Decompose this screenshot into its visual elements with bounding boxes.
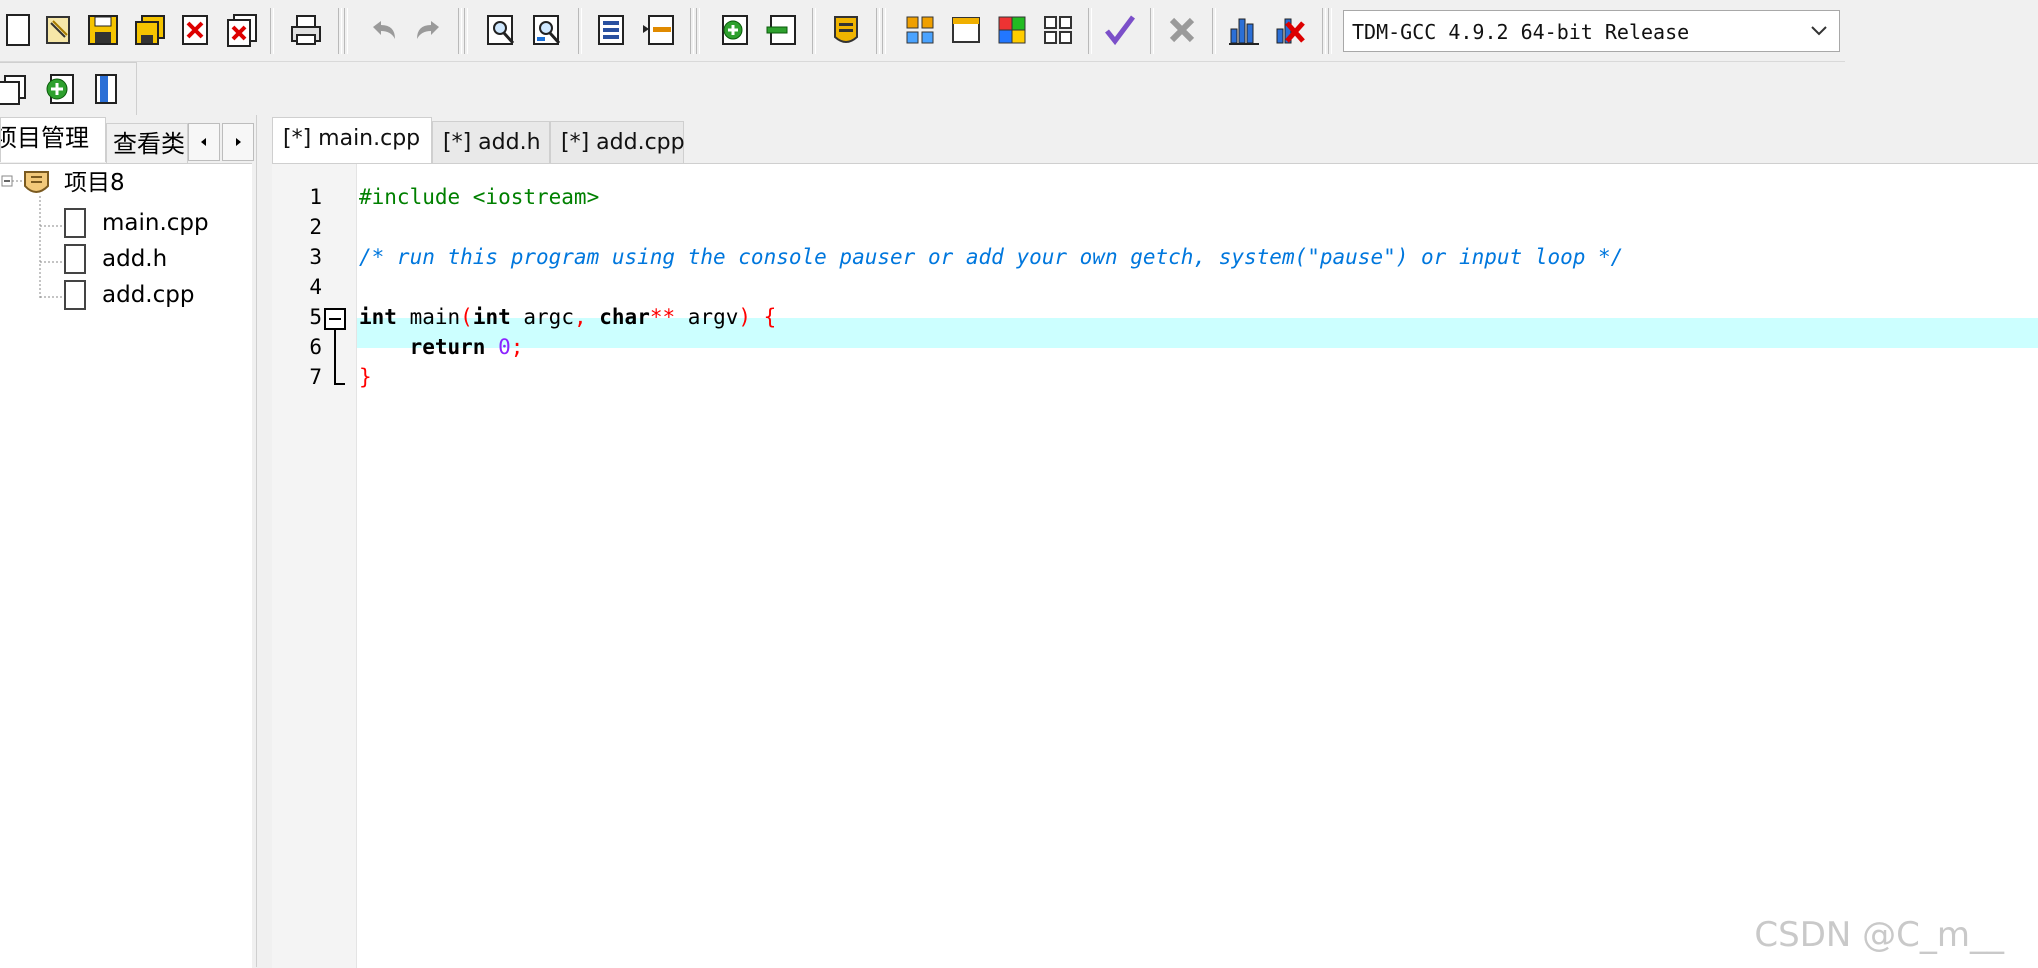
tiles-icon[interactable] xyxy=(1038,10,1078,50)
print-icon[interactable] xyxy=(286,10,326,50)
remove-from-project-icon[interactable] xyxy=(762,10,802,50)
new-file-icon[interactable] xyxy=(0,10,40,50)
code-line-7: } xyxy=(359,365,372,389)
close-icon[interactable] xyxy=(176,10,216,50)
file-icon xyxy=(64,244,86,274)
tab-main-cpp[interactable]: [*] main.cpp xyxy=(272,117,432,165)
scroll-left-button[interactable] xyxy=(188,123,220,161)
line-number: 1 xyxy=(309,185,322,209)
delete-profile-icon[interactable] xyxy=(1270,10,1310,50)
watermark: CSDN @C_m__ xyxy=(1754,915,2004,955)
project-tree: 项目8 main.cpp add.h add.cpp xyxy=(0,163,252,968)
symbol: { xyxy=(751,305,777,329)
tab-class-view[interactable]: 查看类 xyxy=(106,123,188,165)
line-number: 7 xyxy=(309,365,322,389)
line-number: 3 xyxy=(309,245,322,269)
line-number: 5 xyxy=(309,305,322,329)
bookmark-icon[interactable] xyxy=(86,69,126,109)
fold-marker-icon[interactable] xyxy=(320,306,350,398)
check-syntax-icon[interactable] xyxy=(1100,10,1140,50)
symbol: ** xyxy=(649,305,676,329)
replace-icon[interactable] xyxy=(528,10,568,50)
layout-grid-icon[interactable] xyxy=(900,10,940,50)
tab-project-manager-label: 项目管理 xyxy=(0,124,89,152)
comment-text: /* run this program using the console pa… xyxy=(359,245,1624,269)
compile-icon[interactable] xyxy=(826,10,866,50)
keyword: return xyxy=(359,335,486,359)
keyword: int xyxy=(472,305,511,329)
file-icon xyxy=(64,280,86,310)
code-line-6: return 0; xyxy=(359,335,524,359)
tab-class-view-label: 查看类 xyxy=(113,130,185,158)
identifier: argc xyxy=(510,305,574,329)
keyword: int xyxy=(359,305,397,329)
identifier: argv xyxy=(675,305,739,329)
open-project-icon[interactable] xyxy=(38,10,78,50)
save-all-icon[interactable] xyxy=(130,10,170,50)
tab-add-cpp[interactable]: [*] add.cpp xyxy=(550,121,685,163)
number-literal: 0 xyxy=(498,335,511,359)
line-number: 4 xyxy=(309,275,322,299)
stop-icon[interactable] xyxy=(1162,10,1202,50)
compiler-select[interactable]: TDM-GCC 4.9.2 64-bit Release xyxy=(1343,10,1840,52)
project-node[interactable]: 项目8 xyxy=(64,168,125,198)
secondary-toolbar xyxy=(0,62,137,116)
close-all-icon[interactable] xyxy=(222,10,262,50)
symbol: ) xyxy=(738,305,752,329)
copy-icon[interactable] xyxy=(0,69,34,109)
keyword: char xyxy=(586,305,650,329)
tab-add-h[interactable]: [*] add.h xyxy=(432,121,550,163)
file-node-main-cpp[interactable]: main.cpp xyxy=(102,208,209,238)
code-line-5: int main(int argc, char** argv) { xyxy=(359,305,776,329)
identifier: main xyxy=(396,305,461,329)
code-editor[interactable]: 1 2 3 4 5 6 7 #include <iostream> /* run… xyxy=(272,163,2038,968)
editor-area: [*] main.cpp [*] add.h [*] add.cpp 1 2 3… xyxy=(264,115,2038,968)
save-icon[interactable] xyxy=(83,10,123,50)
window-icon[interactable] xyxy=(946,10,986,50)
scroll-right-button[interactable] xyxy=(222,123,254,161)
unindent-icon[interactable] xyxy=(638,10,678,50)
project-panel: 项目管理 查看类 项目8 main.cpp add.h add.cpp xyxy=(0,115,257,968)
file-node-add-cpp[interactable]: add.cpp xyxy=(102,280,194,310)
line-number: 2 xyxy=(309,215,322,239)
preprocessor-text: #include <iostream> xyxy=(359,185,600,209)
symbol: ( xyxy=(460,305,473,329)
code-line-1: #include <iostream> xyxy=(359,185,599,209)
colors-icon[interactable] xyxy=(992,10,1032,50)
line-number: 6 xyxy=(309,335,322,359)
add-file-icon[interactable] xyxy=(40,69,80,109)
chevron-down-icon[interactable] xyxy=(1805,17,1833,45)
file-icon xyxy=(64,208,86,238)
undo-icon[interactable] xyxy=(364,10,404,50)
add-to-project-icon[interactable] xyxy=(716,10,756,50)
compiler-select-value: TDM-GCC 4.9.2 64-bit Release xyxy=(1352,20,1690,44)
indent-icon[interactable] xyxy=(592,10,632,50)
main-toolbar: TDM-GCC 4.9.2 64-bit Release xyxy=(0,0,1845,62)
profile-chart-icon[interactable] xyxy=(1224,10,1264,50)
file-node-add-h[interactable]: add.h xyxy=(102,244,167,274)
redo-icon[interactable] xyxy=(408,10,448,50)
find-icon[interactable] xyxy=(482,10,522,50)
symbol: } xyxy=(359,365,372,389)
tab-project-manager[interactable]: 项目管理 xyxy=(0,117,106,162)
project-icon xyxy=(22,168,52,198)
code-line-3: /* run this program using the console pa… xyxy=(359,245,1623,269)
symbol: , xyxy=(573,305,587,329)
symbol: ; xyxy=(510,335,524,359)
